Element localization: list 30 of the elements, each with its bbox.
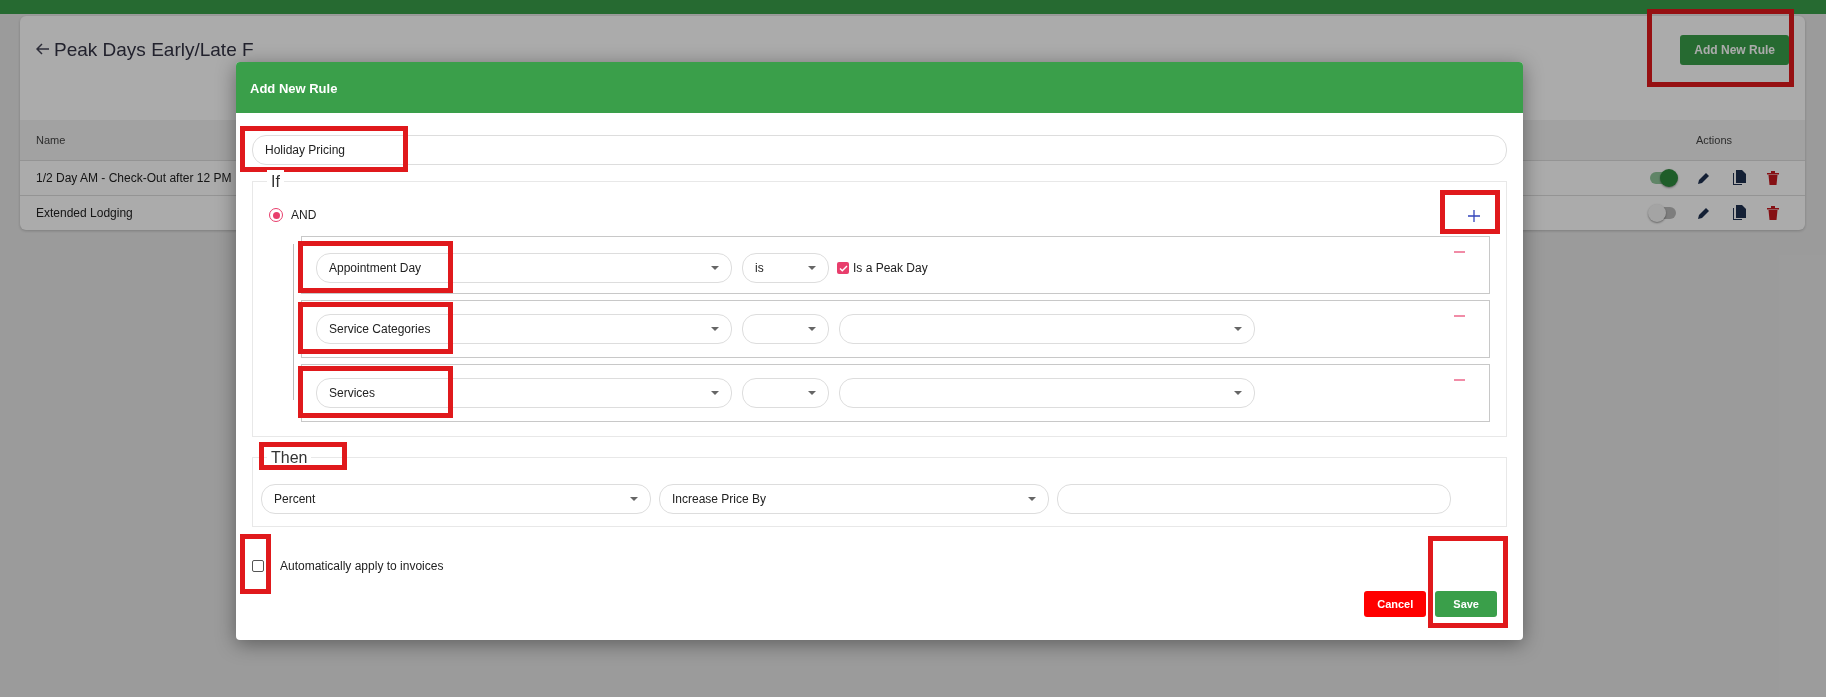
column-header: Name bbox=[36, 132, 66, 148]
cancel-button[interactable]: Cancel bbox=[1364, 591, 1427, 617]
operator-label: AND bbox=[291, 207, 317, 224]
checkbox-label: Is a Peak Day bbox=[853, 260, 928, 277]
trash-icon[interactable] bbox=[1766, 206, 1779, 220]
table-cell-text: Extended Lodging bbox=[36, 205, 133, 222]
amount-field[interactable] bbox=[1057, 484, 1451, 514]
table-cell-text: 1/2 Day AM - Check-Out after 12 PM bbox=[36, 170, 232, 187]
checkbox[interactable] bbox=[252, 560, 264, 572]
checkbox[interactable] bbox=[837, 262, 849, 274]
checkbox-label: Automatically apply to invoices bbox=[280, 558, 444, 575]
type-select[interactable]: Percent bbox=[261, 484, 651, 514]
modal-title: Add New Rule bbox=[250, 81, 338, 96]
copy-icon[interactable] bbox=[1731, 170, 1746, 186]
add-icon[interactable] bbox=[1468, 209, 1480, 222]
pencil-icon[interactable] bbox=[1696, 171, 1711, 185]
page-title: Peak Days Early/Late F bbox=[54, 38, 254, 62]
action-select[interactable]: Increase Price By bbox=[659, 484, 1049, 514]
toggle-switch[interactable] bbox=[1649, 172, 1676, 184]
pencil-icon[interactable] bbox=[1696, 206, 1711, 220]
field-select[interactable]: Service Categories bbox=[316, 314, 732, 344]
field-select[interactable]: Services bbox=[316, 378, 732, 408]
copy-icon[interactable] bbox=[1731, 205, 1746, 221]
field-select[interactable]: Appointment Day bbox=[316, 253, 732, 283]
trash-icon[interactable] bbox=[1766, 171, 1779, 185]
column-header: Actions bbox=[1695, 133, 1733, 146]
operator-select[interactable]: is bbox=[742, 253, 829, 283]
back-arrow-icon[interactable] bbox=[36, 42, 50, 56]
rule-name-field[interactable]: Holiday Pricing bbox=[252, 135, 1507, 165]
toggle-switch[interactable] bbox=[1649, 207, 1676, 219]
